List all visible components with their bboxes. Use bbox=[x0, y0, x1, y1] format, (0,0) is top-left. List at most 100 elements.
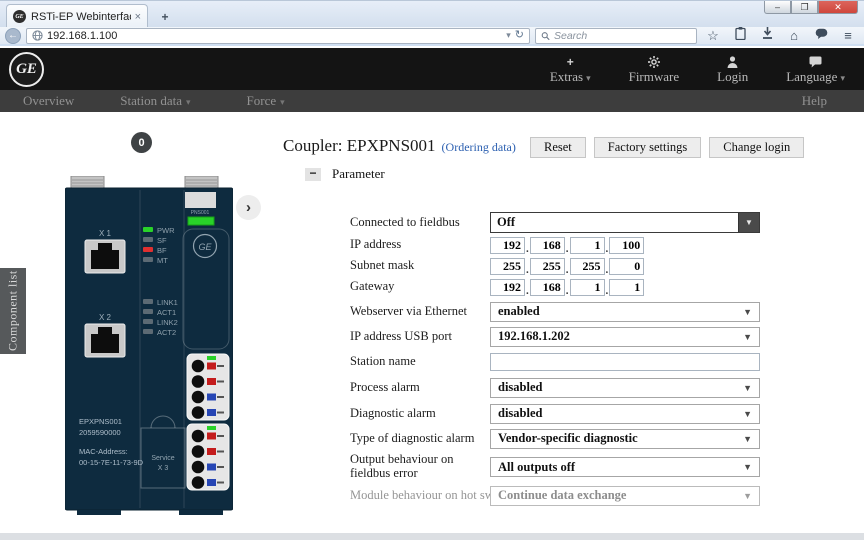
ethernet-port-1 bbox=[85, 240, 125, 273]
diagnostic-type-select[interactable]: Vendor-specific diagnostic ▼ bbox=[490, 429, 760, 449]
field-label: Diagnostic alarm bbox=[350, 407, 490, 421]
ip-octet-2[interactable] bbox=[530, 237, 565, 254]
main-panel: Coupler: EPXPNS001 (Ordering data) Reset… bbox=[283, 136, 823, 157]
gateway-octet-1[interactable] bbox=[490, 279, 525, 296]
connected-to-fieldbus-select[interactable]: Off ▼ bbox=[490, 212, 760, 233]
form-row-hotswap: Module behaviour on hot swap Continue da… bbox=[350, 485, 780, 506]
window-minimize-button[interactable]: – bbox=[764, 1, 791, 14]
search-input[interactable] bbox=[554, 30, 691, 42]
select-value: 192.168.1.202 bbox=[498, 329, 743, 344]
url-input[interactable] bbox=[47, 30, 502, 42]
menu-firmware[interactable]: Firmware bbox=[610, 53, 699, 85]
ge-logo: GE bbox=[9, 52, 44, 87]
nav-bar: Overview Station data▾ Force▾ Help bbox=[0, 90, 864, 112]
browser-toolbar: ← ▾ ↻ ☆ ⌂ ≡ bbox=[0, 27, 864, 46]
gateway-octet-3[interactable] bbox=[570, 279, 605, 296]
feedback-bubble-icon[interactable] bbox=[810, 27, 832, 44]
gateway-octet-2[interactable] bbox=[530, 279, 565, 296]
new-tab-button[interactable]: + bbox=[154, 9, 176, 26]
tab-title: RSTi-EP Webinterface bbox=[31, 11, 131, 23]
diagnostic-alarm-select[interactable]: disabled ▼ bbox=[490, 404, 760, 424]
url-dropdown-icon[interactable]: ▾ bbox=[506, 31, 511, 40]
mounting-clips bbox=[71, 176, 218, 189]
page-content: 0 › Component list X 1 bbox=[0, 112, 864, 533]
select-value: All outputs off bbox=[498, 460, 743, 475]
search-box[interactable] bbox=[535, 28, 697, 44]
tab-close-icon[interactable]: × bbox=[135, 11, 141, 23]
dropdown-arrow-icon: ▼ bbox=[743, 307, 752, 317]
expand-chevron-button[interactable]: › bbox=[236, 195, 261, 220]
ip-octet-4[interactable] bbox=[609, 237, 644, 254]
form-row-ip-usb: IP address USB port 192.168.1.202 ▼ bbox=[350, 326, 780, 347]
reload-icon[interactable]: ↻ bbox=[515, 30, 524, 41]
subnet-octet-3[interactable] bbox=[570, 258, 605, 275]
ip-address-inputs: ... bbox=[490, 237, 644, 254]
station-name-input[interactable] bbox=[490, 353, 760, 371]
header-menu: + Extras▾ Firmware Login Language▾ bbox=[531, 53, 864, 85]
status-led-bar bbox=[188, 217, 214, 225]
dropdown-arrow-icon: ▼ bbox=[743, 434, 752, 444]
browser-tab[interactable]: GE RSTi-EP Webinterface × bbox=[6, 4, 148, 28]
chevron-down-icon: ▾ bbox=[280, 97, 285, 107]
menu-extras[interactable]: + Extras▾ bbox=[531, 53, 610, 85]
back-button[interactable]: ← bbox=[5, 28, 21, 44]
window-close-button[interactable]: ✕ bbox=[818, 1, 858, 14]
reset-button[interactable]: Reset bbox=[530, 137, 586, 158]
svg-text:LINK1: LINK1 bbox=[157, 298, 178, 307]
menu-login[interactable]: Login bbox=[698, 53, 767, 85]
svg-text:Service: Service bbox=[151, 455, 174, 462]
factory-settings-button[interactable]: Factory settings bbox=[594, 137, 702, 158]
downloads-icon[interactable] bbox=[756, 27, 778, 44]
dropdown-arrow-icon: ▼ bbox=[743, 409, 752, 419]
gateway-octet-4[interactable] bbox=[609, 279, 644, 296]
svg-text:BF: BF bbox=[157, 246, 167, 255]
svg-text:PWR: PWR bbox=[157, 226, 175, 235]
form-row-connected-to-fieldbus: Connected to fieldbus Off ▼ bbox=[350, 212, 780, 233]
field-label: IP address USB port bbox=[350, 330, 490, 344]
speech-bubble-icon bbox=[786, 55, 845, 68]
process-alarm-select[interactable]: disabled ▼ bbox=[490, 378, 760, 398]
ip-octet-3[interactable] bbox=[570, 237, 605, 254]
device-image: X 1 PWR SF BF MT bbox=[65, 176, 233, 516]
menu-language[interactable]: Language▾ bbox=[767, 53, 864, 85]
dropdown-arrow-icon: ▼ bbox=[743, 332, 752, 342]
field-label: Module behaviour on hot swap bbox=[350, 489, 490, 503]
ip-octet-1[interactable] bbox=[490, 237, 525, 254]
field-label: Connected to fieldbus bbox=[350, 216, 490, 230]
nav-station-data[interactable]: Station data▾ bbox=[120, 93, 190, 109]
ip-usb-select[interactable]: 192.168.1.202 ▼ bbox=[490, 327, 760, 347]
form-row-diagnostic-alarm: Diagnostic alarm disabled ▼ bbox=[350, 403, 780, 424]
nav-help[interactable]: Help bbox=[802, 93, 827, 109]
nav-overview[interactable]: Overview bbox=[23, 93, 74, 109]
subnet-octet-4[interactable] bbox=[609, 258, 644, 275]
subnet-octet-2[interactable] bbox=[530, 258, 565, 275]
subnet-mask-inputs: ... bbox=[490, 258, 644, 275]
search-icon bbox=[541, 31, 550, 41]
svg-text:ACT1: ACT1 bbox=[157, 308, 176, 317]
nav-force[interactable]: Force▾ bbox=[247, 93, 285, 109]
window-restore-button[interactable]: ❐ bbox=[791, 1, 818, 14]
parameter-section-title: Parameter bbox=[332, 166, 385, 182]
terminal-block-1 bbox=[187, 354, 229, 420]
subnet-octet-1[interactable] bbox=[490, 258, 525, 275]
url-bar[interactable]: ▾ ↻ bbox=[26, 28, 530, 44]
home-icon[interactable]: ⌂ bbox=[783, 27, 805, 44]
device-mac-label: MAC-Address: bbox=[79, 447, 128, 456]
device-label-plate bbox=[185, 192, 216, 208]
ordering-data-link[interactable]: (Ordering data) bbox=[442, 140, 516, 155]
output-behaviour-select[interactable]: All outputs off ▼ bbox=[490, 457, 760, 477]
collapse-icon[interactable]: − bbox=[305, 168, 321, 181]
select-value: Continue data exchange bbox=[498, 488, 743, 503]
chevron-down-icon: ▾ bbox=[840, 73, 845, 83]
reading-list-icon[interactable] bbox=[729, 27, 751, 44]
plus-icon: + bbox=[550, 55, 591, 68]
webserver-select[interactable]: enabled ▼ bbox=[490, 302, 760, 322]
bottom-strip bbox=[0, 533, 864, 540]
nav-force-label: Force bbox=[247, 93, 277, 108]
ge-favicon-icon: GE bbox=[13, 10, 26, 23]
change-login-button[interactable]: Change login bbox=[709, 137, 804, 158]
module-count-badge: 0 bbox=[131, 132, 152, 153]
component-list-tab[interactable]: Component list bbox=[0, 268, 26, 354]
menu-hamburger-icon[interactable]: ≡ bbox=[837, 27, 859, 44]
bookmark-star-icon[interactable]: ☆ bbox=[702, 27, 724, 44]
